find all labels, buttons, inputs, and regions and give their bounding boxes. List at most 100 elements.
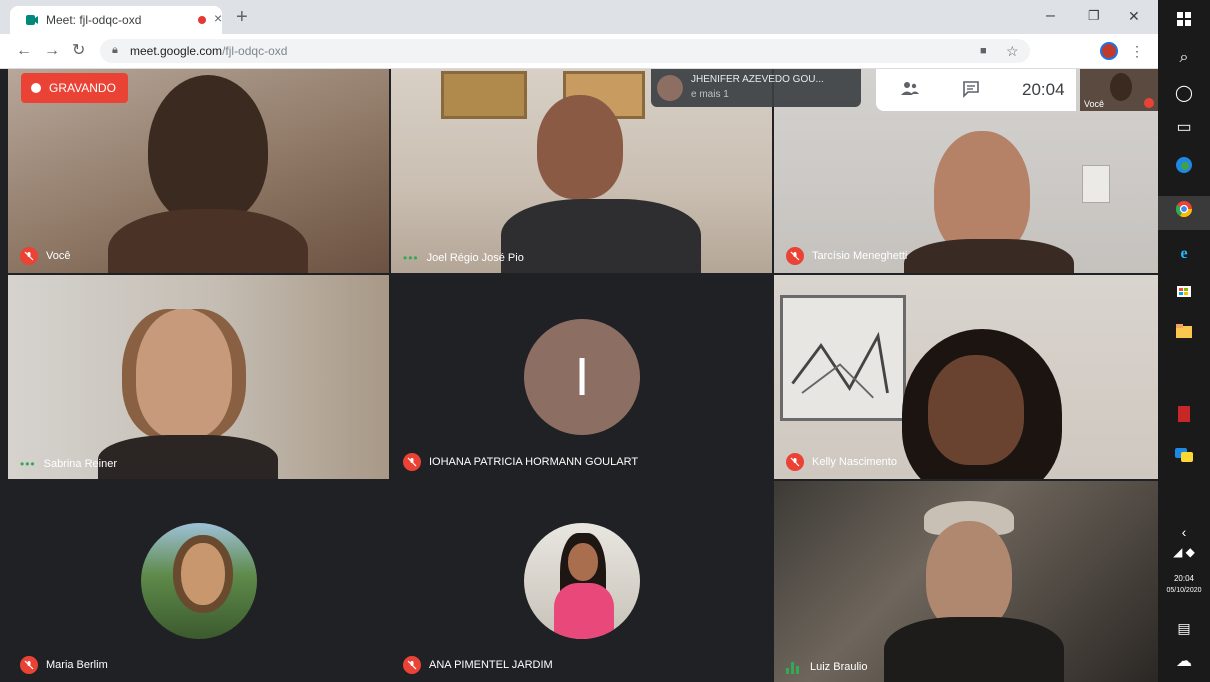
mic-off-icon (403, 656, 421, 674)
mic-off-icon (403, 453, 421, 471)
url-text: meet.google.com/fjl-odqc-oxd (130, 44, 287, 58)
presenter-more-count: e mais 1 (691, 89, 729, 100)
participant-tile-4[interactable]: ••• Sabrina Reiner (8, 275, 389, 479)
address-bar[interactable]: 🔒︎ meet.google.com/fjl-odqc-oxd ☆ ■ (100, 39, 1030, 63)
chat-icon[interactable] (962, 80, 980, 103)
presenter-chip[interactable]: JHENIFER AZEVEDO GOU... e mais 1 (651, 69, 861, 107)
store-icon[interactable] (1158, 282, 1210, 306)
app-chat-icon[interactable] (1158, 446, 1210, 470)
participant-name: Joel Régio José Pio (426, 252, 524, 264)
participant-tile-9[interactable]: Luiz Braulio (774, 481, 1158, 682)
participant-name-label: IOHANA PATRICIA HORMANN GOULART (403, 453, 638, 471)
participant-body (904, 239, 1074, 273)
edge-browser-icon[interactable] (1158, 156, 1210, 182)
tab-title: Meet: fjl-odqc-oxd (46, 13, 142, 27)
wall-outlet (1082, 165, 1110, 203)
sketch-drawing (791, 331, 889, 399)
lock-icon: 🔒︎ (112, 44, 118, 56)
url-path: /fjl-odqc-oxd (222, 44, 288, 58)
reload-icon[interactable]: ↻ (72, 41, 85, 61)
meeting-clock: 20:04 (1022, 80, 1065, 99)
participant-name-label: ••• Joel Régio José Pio (403, 251, 524, 265)
participant-name: Sabrina Reiner (43, 458, 117, 470)
mic-off-icon (20, 656, 38, 674)
participant-body (108, 209, 308, 273)
new-tab-button[interactable]: + (236, 6, 248, 28)
forward-arrow-icon[interactable]: → (44, 41, 60, 61)
participant-name-label: Você (20, 247, 70, 265)
speaking-dots-icon: ••• (403, 251, 419, 265)
browser-toolbar: ← → ↻ 🔒︎ meet.google.com/fjl-odqc-oxd ☆ … (0, 34, 1158, 69)
mic-off-icon (786, 453, 804, 471)
menu-kebab-icon[interactable]: ⋮ (1130, 42, 1144, 60)
meet-stage: GRAVANDO Você ••• Joel Régio José Pio Ta… (0, 69, 1158, 682)
self-view-video (1110, 73, 1132, 101)
participant-name: Tarcísio Meneghetti (812, 250, 908, 262)
recording-indicator-icon (198, 16, 206, 24)
participant-tile-8[interactable]: ANA PIMENTEL JARDIM (391, 481, 772, 682)
participant-name-label: Luiz Braulio (786, 660, 867, 674)
participant-body (98, 435, 278, 479)
taskbar-time[interactable]: 20:04 (1158, 574, 1210, 584)
window-restore-button[interactable]: ❐ (1088, 6, 1100, 26)
notifications-icon[interactable]: ▤ (1158, 616, 1210, 640)
presenter-name: JHENIFER AZEVEDO GOU... (691, 74, 824, 85)
weather-icon[interactable]: ☁ (1158, 650, 1210, 674)
mic-off-icon (786, 247, 804, 265)
record-dot-icon (31, 83, 41, 93)
participant-body (501, 199, 701, 273)
participant-name-label: ••• Sabrina Reiner (20, 457, 117, 471)
camera-in-use-icon[interactable]: ■ (980, 42, 987, 60)
participant-video (136, 309, 232, 439)
participant-video (537, 95, 623, 199)
meet-info-bar: 20:04 (876, 69, 1076, 111)
windows-start-icon[interactable] (1158, 10, 1210, 34)
participant-name: ANA PIMENTEL JARDIM (429, 659, 553, 671)
self-view-label: Você (1084, 99, 1105, 109)
network-volume-icon[interactable]: ◢ ◆ (1158, 540, 1210, 564)
window-minimize-button[interactable]: – (1046, 6, 1055, 26)
app-red-icon[interactable] (1158, 406, 1210, 430)
people-icon[interactable] (900, 80, 920, 103)
participant-video (926, 521, 1012, 631)
cortana-icon[interactable]: ◯ (1158, 82, 1210, 106)
search-icon[interactable]: ⌕ (1158, 46, 1210, 70)
initial-avatar: I (524, 319, 640, 435)
recording-label: GRAVANDO (49, 81, 116, 95)
speaking-audio-icon (786, 660, 802, 674)
self-view-thumbnail[interactable]: Você (1080, 69, 1158, 111)
internet-explorer-icon[interactable]: e (1158, 242, 1210, 266)
participant-body (884, 617, 1064, 682)
participant-name: Kelly Nascimento (812, 456, 897, 468)
participant-name-label: ANA PIMENTEL JARDIM (403, 656, 553, 674)
wall-painting (780, 295, 906, 421)
avatar-initial: I (574, 347, 590, 407)
profile-avatar[interactable] (1100, 42, 1118, 60)
mic-off-icon (20, 247, 38, 265)
chrome-browser-icon[interactable] (1158, 196, 1210, 230)
participant-tile-7[interactable]: Maria Berlim (8, 481, 389, 682)
wall-painting (441, 71, 527, 119)
recording-badge: GRAVANDO (21, 73, 128, 103)
participant-video (148, 75, 268, 225)
participant-tile-1[interactable]: GRAVANDO Você (8, 69, 389, 273)
participant-tile-5[interactable]: I IOHANA PATRICIA HORMANN GOULART (391, 275, 772, 479)
tab-strip: Meet: fjl-odqc-oxd × + – ❐ ✕ (0, 0, 1158, 34)
back-arrow-icon[interactable]: ← (16, 41, 32, 61)
browser-tab-meet[interactable]: Meet: fjl-odqc-oxd × (10, 6, 222, 34)
task-view-icon[interactable]: ▭ (1158, 116, 1210, 140)
taskbar-date[interactable]: 05/10/2020 (1158, 586, 1210, 596)
participant-name: Você (46, 250, 71, 262)
avatar-face (568, 543, 598, 581)
participant-name: Maria Berlim (46, 659, 108, 671)
presenter-avatar (657, 75, 683, 101)
participant-name: Luiz Braulio (810, 661, 868, 673)
bookmark-star-icon[interactable]: ☆ (1006, 42, 1019, 60)
meet-favicon-icon (26, 15, 38, 25)
url-host: meet.google.com (130, 44, 223, 58)
tab-close-icon[interactable]: × (214, 10, 222, 26)
participant-video (928, 355, 1024, 465)
participant-tile-6[interactable]: Kelly Nascimento (774, 275, 1158, 479)
file-explorer-icon[interactable] (1158, 322, 1210, 346)
window-close-button[interactable]: ✕ (1128, 6, 1140, 26)
